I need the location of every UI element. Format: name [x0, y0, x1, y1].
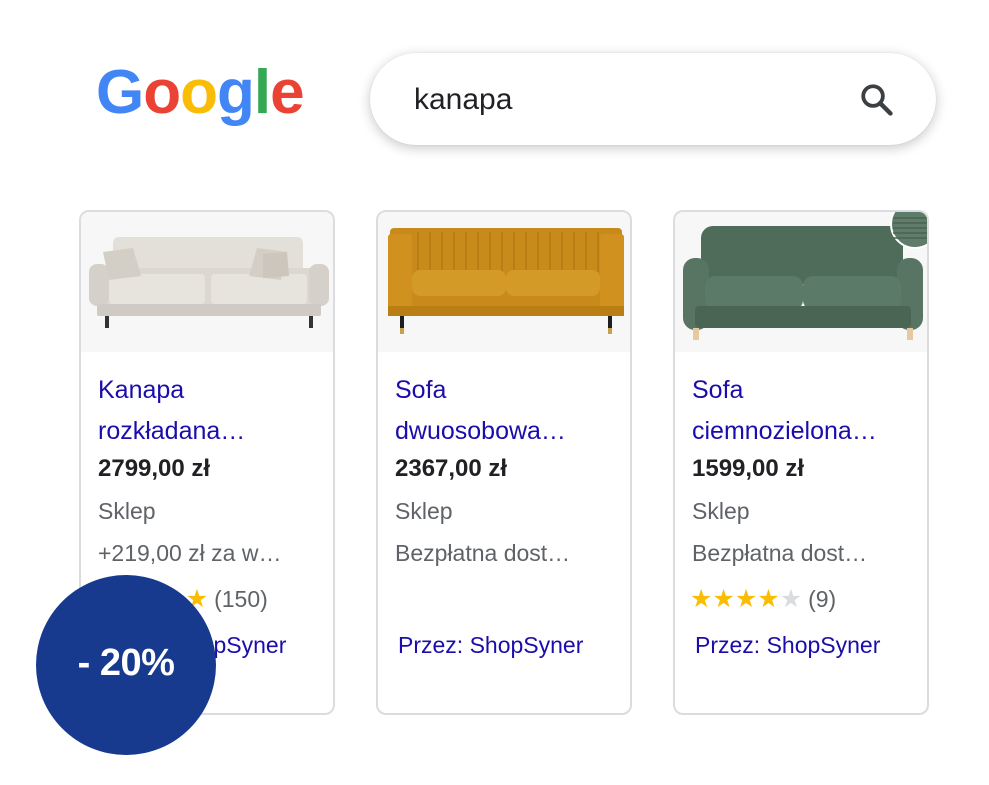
- star-icon: ★: [779, 585, 803, 613]
- product-image-mustard-sofa[interactable]: [378, 212, 630, 352]
- logo-letter: g: [216, 58, 255, 127]
- google-logo: Google: [96, 58, 305, 127]
- product-title-line: Kanapa: [98, 376, 185, 404]
- product-shipping-info: +219,00 zł za w…: [98, 540, 282, 566]
- logo-letter: o: [180, 58, 218, 127]
- product-image-beige-sofa[interactable]: [81, 212, 333, 352]
- product-title-line: ciemnozielona…: [692, 417, 877, 445]
- product-card[interactable]: Sofa ciemnozielona… 1599,00 zł Sklep Bez…: [673, 210, 929, 715]
- product-shipping-info: Bezpłatna dost…: [692, 540, 868, 566]
- logo-letter: l: [253, 58, 271, 127]
- product-title-link[interactable]: Sofa ciemnozielona…: [692, 370, 917, 452]
- star-icon: ★: [734, 585, 758, 613]
- product-price: 1599,00 zł: [692, 455, 805, 482]
- star-icon: ★: [712, 585, 735, 613]
- product-title-link[interactable]: Sofa dwuosobowa…: [395, 370, 620, 452]
- product-card[interactable]: Sofa dwuosobowa… 2367,00 zł Sklep Bezpła…: [376, 210, 632, 715]
- seller-link[interactable]: Przez: ShopSyner: [398, 632, 583, 659]
- product-shop: Sklep: [395, 498, 453, 524]
- logo-letter: o: [143, 58, 181, 127]
- search-box: [370, 53, 936, 145]
- discount-label: - 20%: [77, 642, 175, 684]
- discount-badge: - 20%: [36, 575, 216, 755]
- product-shop: Sklep: [98, 498, 156, 524]
- logo-letter: G: [96, 58, 144, 127]
- search-icon[interactable]: [858, 81, 896, 119]
- product-image-green-sofa[interactable]: [675, 212, 927, 352]
- seller-link[interactable]: Przez: ShopSyner: [695, 632, 880, 659]
- product-title-line: dwuosobowa…: [395, 417, 566, 445]
- product-title-line: Sofa: [395, 376, 447, 404]
- search-input[interactable]: [412, 77, 836, 123]
- product-shop: Sklep: [692, 498, 750, 524]
- product-title-line: Sofa: [692, 376, 744, 404]
- product-title-line: rozkładana…: [98, 417, 246, 445]
- product-price: 2367,00 zł: [395, 455, 508, 482]
- review-count: (150): [214, 586, 268, 612]
- star-icon: ★: [757, 585, 780, 613]
- logo-letter: e: [270, 58, 304, 127]
- star-icon: ★: [690, 585, 713, 613]
- review-count: (9): [808, 586, 837, 612]
- product-shipping-info: Bezpłatna dost…: [395, 540, 571, 566]
- product-rating: ★★★★★ (9): [690, 584, 836, 614]
- product-price: 2799,00 zł: [98, 455, 211, 482]
- product-title-link[interactable]: Kanapa rozkładana…: [98, 370, 323, 452]
